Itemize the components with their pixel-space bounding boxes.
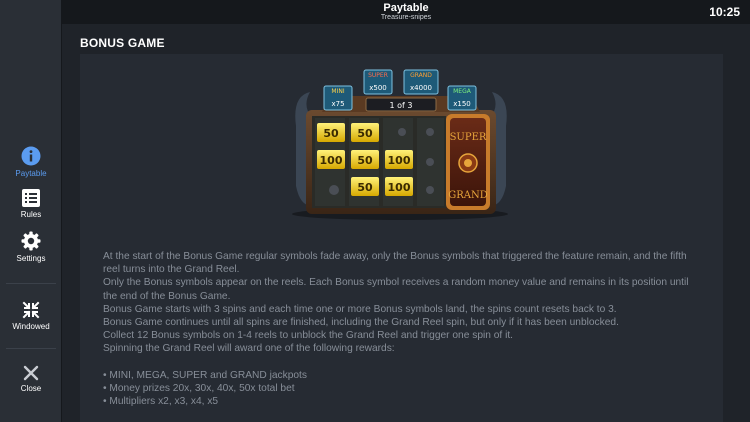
sidebar-item-label: Settings [16,254,46,263]
sidebar-divider [6,348,56,349]
sidebar-item-label: Windowed [12,322,50,331]
jackpot-value: x4000 [410,84,432,92]
sidebar-item-close[interactable]: Close [0,365,62,393]
sidebar-item-settings[interactable]: Settings [0,231,62,263]
jackpot-name: GRAND [410,72,432,79]
page-title: Paytable [383,2,429,14]
symbol-value: 50 [357,127,373,140]
sidebar-divider [6,283,56,284]
sidebar-item-label: Paytable [15,169,47,178]
jackpot-value: x500 [369,84,387,92]
sidebar: Paytable Rules Settings Windowed Close [0,0,62,422]
description-paragraph: Bonus Game starts with 3 spins and each … [103,303,617,315]
clock: 10:25 [709,5,740,19]
reward-bullet: • Money prizes 20x, 30x, 40x, 50x total … [103,382,295,394]
symbol-value: 50 [357,181,373,194]
description-paragraph: At the start of the Bonus Game regular s… [103,251,687,276]
symbol-value: 50 [323,127,339,140]
game-name: Treasure-snipes [380,14,432,21]
sidebar-item-label: Rules [20,210,42,219]
sidebar-item-windowed[interactable]: Windowed [0,301,62,331]
jackpot-name: MINI [331,88,344,95]
sidebar-item-rules[interactable]: Rules [0,189,62,219]
list-icon [22,189,40,207]
description-paragraph: Only the Bonus symbols appear on the ree… [103,277,689,302]
collapse-icon [22,301,40,319]
jackpot-name: MEGA [453,88,472,95]
close-icon [23,365,39,381]
gear-icon [21,231,41,251]
paytable-screen: Paytable Rules Settings Windowed Close P… [0,0,750,422]
jackpot-value: x150 [453,100,471,108]
symbol-value: 100 [388,154,411,167]
jackpot-value: x75 [331,100,344,108]
sidebar-item-paytable[interactable]: Paytable [0,146,62,178]
description-paragraph: Bonus Game continues until all spins are… [103,317,619,329]
symbol-value: 100 [388,181,411,194]
sidebar-item-label: Close [20,384,42,393]
reward-bullet: • MINI, MEGA, SUPER and GRAND jackpots [103,369,307,381]
top-bar: Paytable Treasure-snipes 10:25 [62,0,750,24]
bonus-game-description: At the start of the Bonus Game regular s… [103,250,703,408]
symbol-value: 50 [357,154,373,167]
reward-bullet: • Multipliers x2, x3, x4, x5 [103,396,219,408]
description-paragraph: Spinning the Grand Reel will award one o… [103,343,395,355]
grand-reel-label: GRAND [448,190,488,201]
bonus-game-illustration: 50 50 100 50 100 50 100 SUPER GRAND 1 of… [292,69,508,220]
description-paragraph: Collect 12 Bonus symbols on 1-4 reels to… [103,330,513,342]
section-title: BONUS GAME [80,36,165,50]
grand-reel-label: SUPER [450,132,487,143]
symbol-value: 100 [320,154,343,167]
info-icon [21,146,41,166]
jackpot-name: SUPER [368,72,388,79]
spin-counter: 1 of 3 [390,101,413,110]
